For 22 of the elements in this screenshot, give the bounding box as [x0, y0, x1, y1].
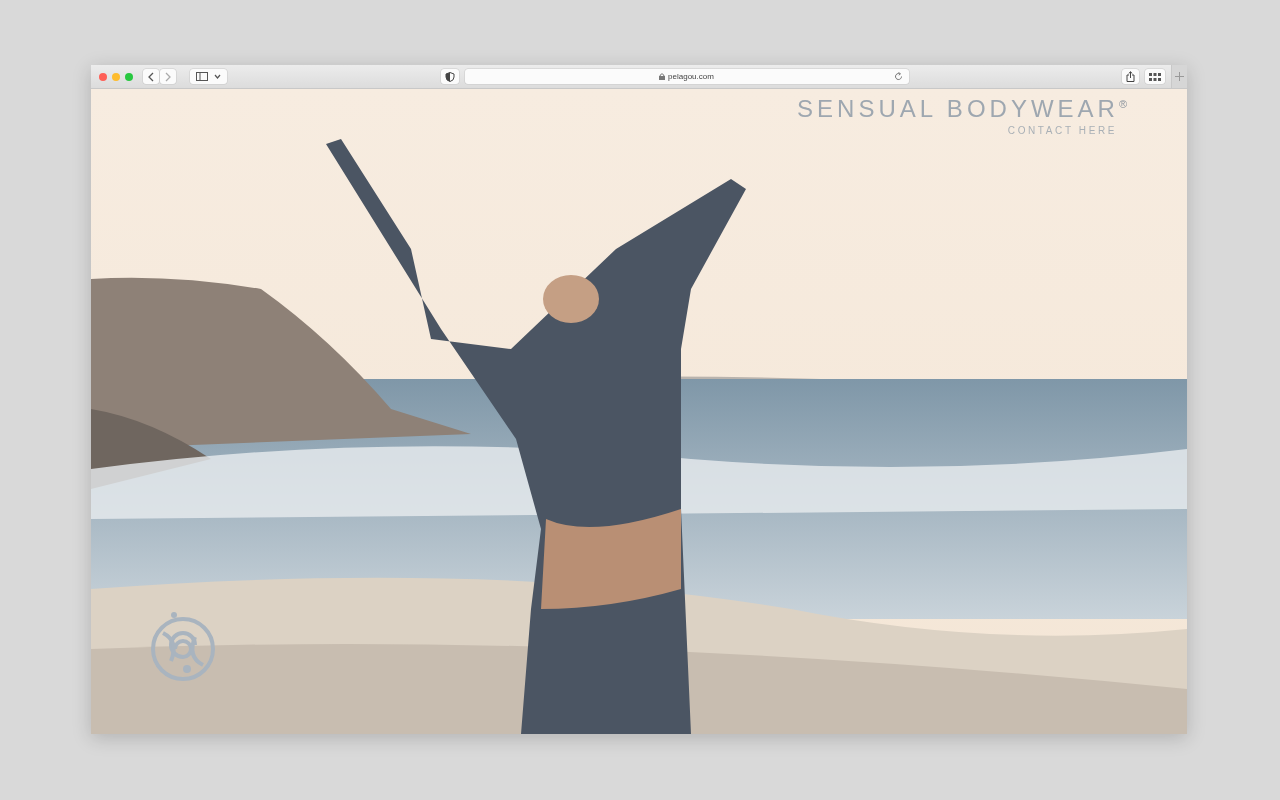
- new-tab-button[interactable]: [1171, 65, 1187, 88]
- brand-name: SENSUAL BODYWEAR$^{®}$: [797, 95, 1131, 123]
- close-button[interactable]: [99, 72, 107, 81]
- reload-icon[interactable]: [893, 72, 903, 81]
- share-button[interactable]: [1122, 69, 1139, 84]
- chevron-down-icon: [214, 74, 221, 79]
- address-bar[interactable]: pelagou.com: [464, 69, 909, 84]
- url-text: pelagou.com: [668, 72, 714, 81]
- spiral-logo-icon: [149, 611, 217, 683]
- grid-icon: [1149, 72, 1161, 81]
- sidebar-button[interactable]: [190, 69, 227, 84]
- shield-icon: [444, 71, 455, 82]
- share-icon: [1126, 71, 1135, 82]
- back-button[interactable]: [143, 69, 159, 84]
- zoom-button[interactable]: [125, 72, 133, 81]
- forward-icon: [164, 71, 172, 82]
- back-icon: [147, 71, 155, 82]
- plus-icon: [1175, 72, 1184, 81]
- lock-icon: [659, 73, 666, 80]
- tabs-overview-button[interactable]: [1145, 69, 1165, 84]
- privacy-button[interactable]: [440, 69, 459, 84]
- sidebar-icon: [196, 72, 208, 81]
